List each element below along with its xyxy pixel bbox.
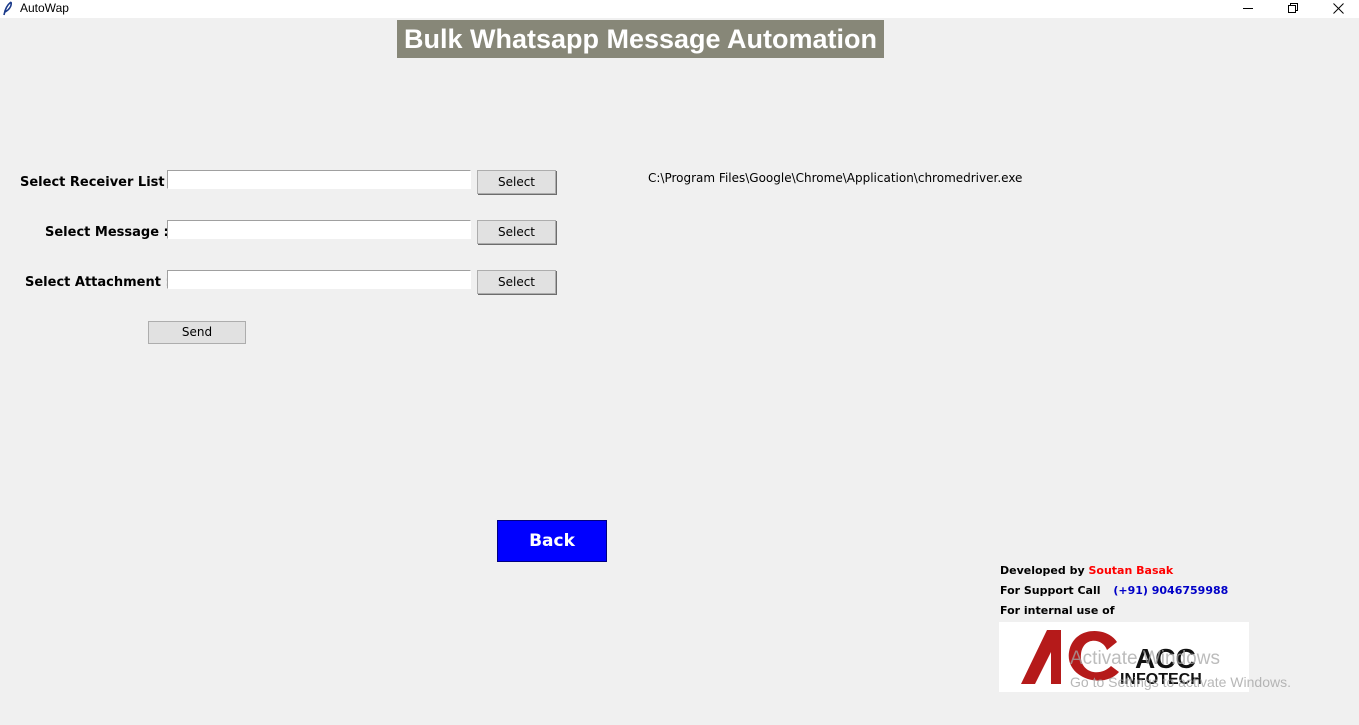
minimize-icon xyxy=(1243,8,1253,9)
attachment-input[interactable] xyxy=(168,273,470,291)
attachment-label: Select Attachment : xyxy=(25,275,171,290)
close-button[interactable] xyxy=(1315,0,1359,18)
message-input[interactable] xyxy=(168,223,470,241)
chromedriver-path: C:\Program Files\Google\Chrome\Applicati… xyxy=(648,171,1023,185)
support-phone: (+91) 9046759988 xyxy=(1113,584,1229,597)
select-message-button[interactable]: Select xyxy=(477,220,556,244)
page-title: Bulk Whatsapp Message Automation xyxy=(397,20,884,58)
activate-windows-watermark: Activate Windows xyxy=(1070,648,1220,669)
minimize-button[interactable] xyxy=(1225,0,1271,18)
support-line: For Support Call (+91) 9046759988 xyxy=(1000,584,1228,597)
activate-windows-hint: Go to Settings to activate Windows. xyxy=(1070,674,1291,690)
receiver-list-label: Select Receiver List : xyxy=(20,175,175,190)
receiver-list-input[interactable] xyxy=(168,173,470,191)
developer-credit: Developed by Soutan Basak xyxy=(1000,564,1173,577)
developed-by-label: Developed by xyxy=(1000,564,1085,577)
message-label: Select Message : xyxy=(45,225,169,240)
feather-icon xyxy=(3,1,12,16)
restore-button[interactable] xyxy=(1270,0,1316,18)
message-field[interactable] xyxy=(167,220,471,241)
close-icon xyxy=(1333,3,1344,14)
developer-name: Soutan Basak xyxy=(1088,564,1174,577)
receiver-list-field[interactable] xyxy=(167,170,471,191)
title-bar: AutoWap xyxy=(0,0,1359,18)
internal-use-label: For internal use of xyxy=(1000,604,1115,617)
support-label: For Support Call xyxy=(1000,584,1101,597)
attachment-field[interactable] xyxy=(167,270,471,291)
restore-icon xyxy=(1288,3,1298,13)
send-button[interactable]: Send xyxy=(148,321,246,344)
back-button[interactable]: Back xyxy=(497,520,607,562)
select-receiver-button[interactable]: Select xyxy=(477,170,556,194)
select-attachment-button[interactable]: Select xyxy=(477,270,556,294)
window-title: AutoWap xyxy=(20,1,69,15)
